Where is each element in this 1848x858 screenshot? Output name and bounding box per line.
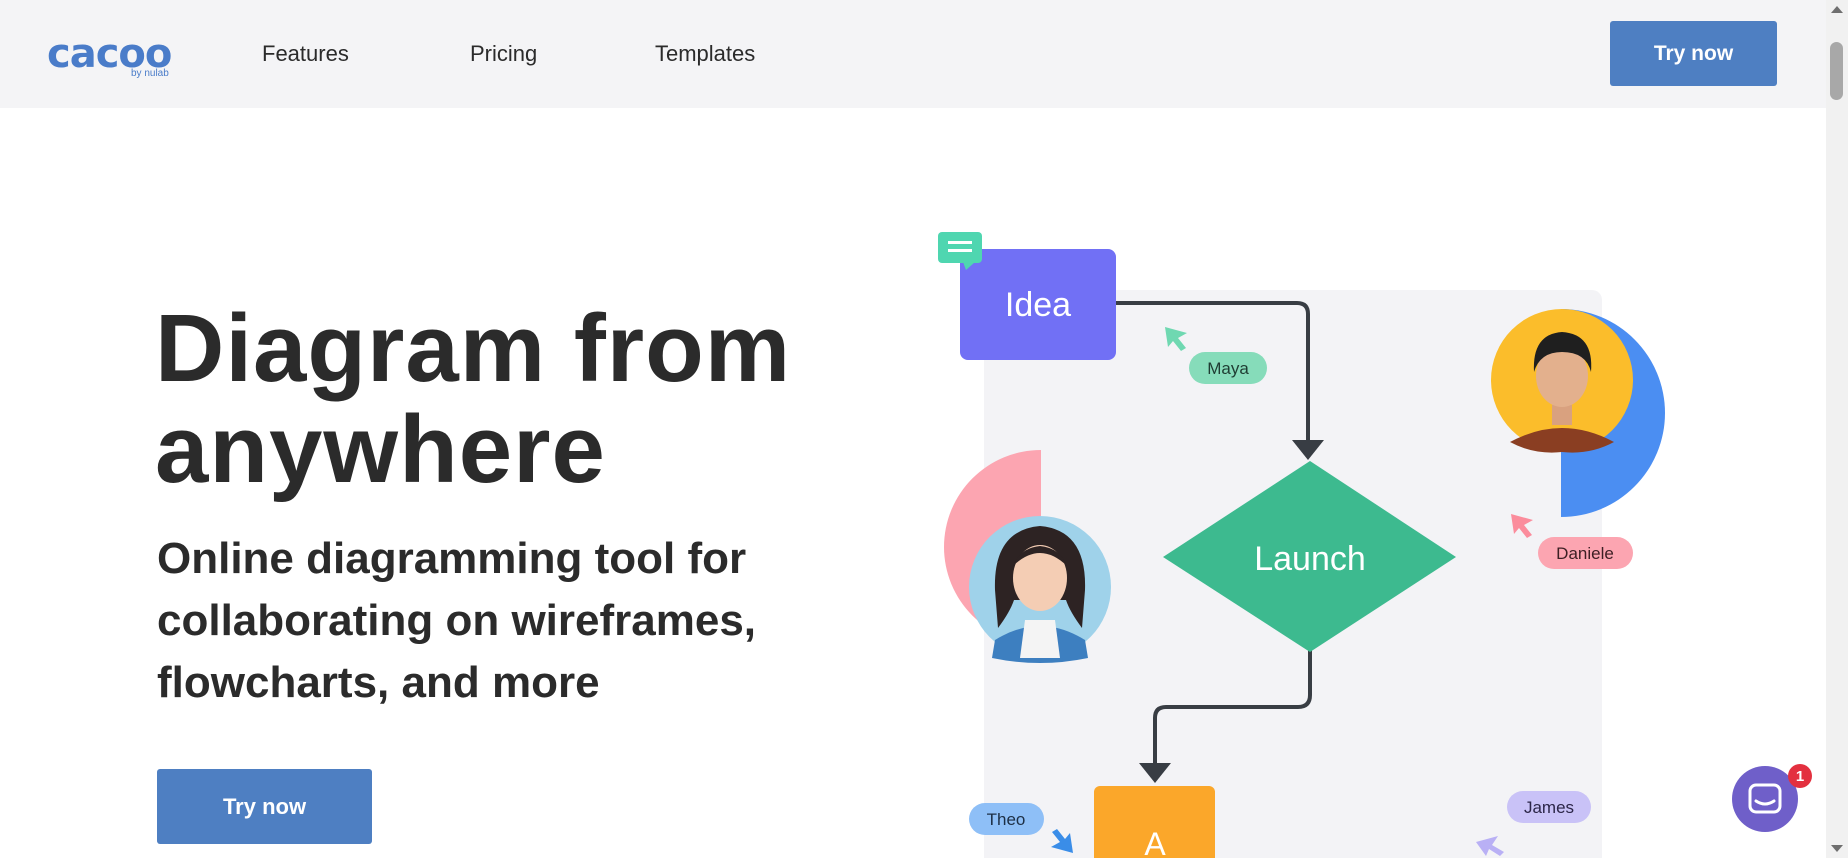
nav-features[interactable]: Features bbox=[262, 40, 349, 68]
hero-diagram-illustration: Idea Launch A Maya Daniele Theo James bbox=[938, 232, 1665, 858]
scroll-down-arrow-icon[interactable] bbox=[1831, 845, 1843, 852]
nav-pricing[interactable]: Pricing bbox=[470, 40, 537, 68]
collaborator-name-maya: Maya bbox=[1207, 359, 1249, 378]
hero-subtitle-line-1: Online diagramming tool for bbox=[157, 534, 747, 583]
hero-subtitle-line-3: flowcharts, and more bbox=[157, 658, 600, 707]
collaborator-name-theo: Theo bbox=[987, 810, 1026, 829]
node-launch-label: Launch bbox=[1254, 540, 1366, 578]
scrollbar-thumb[interactable] bbox=[1830, 42, 1843, 100]
chat-notification-badge: 1 bbox=[1788, 764, 1812, 788]
logo-byline: by nulab bbox=[131, 68, 169, 79]
hero-try-now-button[interactable]: Try now bbox=[157, 769, 372, 844]
header-try-now-button[interactable]: Try now bbox=[1610, 21, 1777, 86]
hero-title: Diagram from anywhere bbox=[155, 298, 855, 500]
site-header: cacoo by nulab Features Pricing Template… bbox=[0, 0, 1826, 108]
nav-templates[interactable]: Templates bbox=[655, 40, 755, 68]
hero-subtitle: Online diagramming tool for collaboratin… bbox=[157, 528, 857, 714]
cacoo-logo[interactable]: cacoo by nulab bbox=[47, 32, 177, 82]
hero-title-line-1: Diagram from bbox=[155, 295, 792, 402]
hero-title-line-2: anywhere bbox=[155, 396, 606, 503]
hero-subtitle-line-2: collaborating on wireframes, bbox=[157, 596, 757, 645]
collaborator-name-daniele: Daniele bbox=[1556, 544, 1614, 563]
node-idea-label: Idea bbox=[1005, 286, 1071, 324]
scroll-up-arrow-icon[interactable] bbox=[1831, 6, 1843, 13]
page-scrollbar[interactable] bbox=[1826, 0, 1848, 858]
collaborator-name-james: James bbox=[1524, 798, 1574, 817]
node-a-label: A bbox=[1144, 826, 1166, 858]
